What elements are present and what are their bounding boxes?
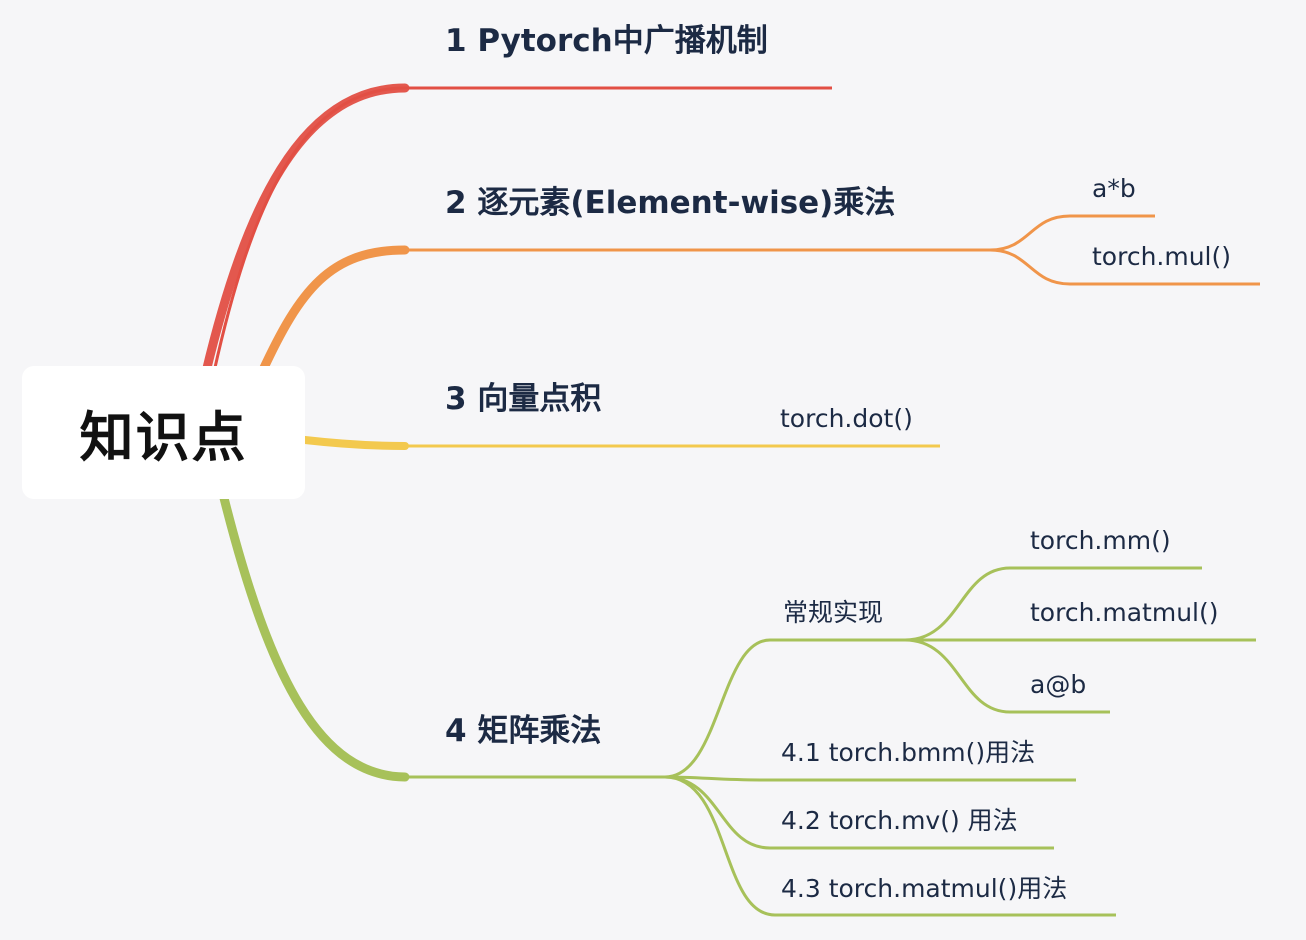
- branch-2-topic[interactable]: 2 逐元素(Element-wise)乘法: [445, 188, 895, 219]
- root-label: 知识点: [79, 406, 248, 469]
- branch-4-connector-thick: [219, 493, 410, 782]
- branch-3-connector-thick: [301, 436, 409, 450]
- branch-4-sub-regular-impl[interactable]: 常规实现: [783, 600, 883, 625]
- branch-3-leaf-torch-dot[interactable]: torch.dot(): [780, 406, 913, 431]
- branch-4-leaf-matmul[interactable]: 4.3 torch.matmul()用法: [781, 876, 1067, 901]
- branch-4-leaf-bmm[interactable]: 4.1 torch.bmm()用法: [781, 740, 1035, 765]
- regular-leaf-a-at-b[interactable]: a@b: [1030, 672, 1086, 697]
- branch-1-connector-thick: [201, 83, 410, 377]
- branch-3-topic[interactable]: 3 向量点积: [445, 384, 601, 415]
- branch-1-topic[interactable]: 1 Pytorch中广播机制: [445, 26, 768, 57]
- branch-4-sub-41: [664, 775, 1076, 782]
- regular-leaf-torch-mm[interactable]: torch.mm(): [1030, 528, 1171, 553]
- branch-2-connector-thick: [257, 245, 410, 377]
- branch-4-topic[interactable]: 4 矩阵乘法: [445, 716, 601, 747]
- branch-2-leaf-a-mul-b[interactable]: a*b: [1092, 176, 1136, 201]
- regular-leaf-torch-matmul[interactable]: torch.matmul(): [1030, 600, 1219, 625]
- root-node[interactable]: 知识点: [22, 366, 305, 499]
- branch-4-leaf-mv[interactable]: 4.2 torch.mv() 用法: [781, 808, 1018, 833]
- branch-2-leaf-torch-mul[interactable]: torch.mul(): [1092, 244, 1231, 269]
